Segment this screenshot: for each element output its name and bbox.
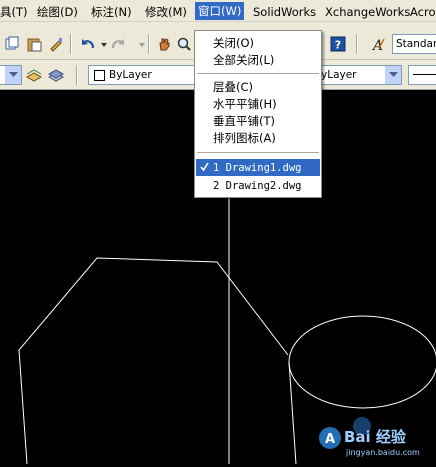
chevron-down-icon	[4, 66, 21, 84]
svg-text:?: ?	[335, 39, 341, 52]
menu-item-tile-horizontal[interactable]: 水平平铺(H)	[196, 96, 320, 113]
paste-icon[interactable]	[26, 36, 42, 52]
menu-item-tile-vertical[interactable]: 垂直平铺(T)	[196, 113, 320, 130]
lineweight-combo[interactable]	[408, 65, 436, 85]
zoom-icon[interactable]	[176, 36, 192, 52]
toolbar-separator	[70, 34, 72, 54]
menu-tools[interactable]: 具(T)	[0, 4, 28, 20]
help-icon[interactable]: ?	[330, 36, 346, 52]
text-style-value: Standar	[396, 38, 436, 50]
menu-item-cascade[interactable]: 层叠(C)	[196, 79, 320, 96]
menu-divider	[197, 73, 319, 74]
menu-item-drawing2-label: 2 Drawing2.dwg	[213, 180, 302, 192]
layer-previous-icon[interactable]	[26, 67, 42, 83]
layer-combo-end[interactable]	[0, 65, 22, 85]
baidu-jingyan-watermark: A Bai 经验 jingyan.baidu.com	[316, 408, 436, 464]
menu-solidworks[interactable]: SolidWorks	[253, 4, 316, 20]
menu-dimension[interactable]: 标注(N)	[91, 4, 132, 20]
toolbar-separator	[148, 34, 150, 54]
text-style-icon[interactable]: A	[370, 36, 386, 52]
lineweight-sample	[413, 74, 436, 75]
menu-item-drawing2[interactable]: 2 Drawing2.dwg	[196, 177, 320, 194]
menu-bar: 具(T) 绘图(D) 标注(N) 修改(M) 窗口(W) SolidWorks …	[0, 0, 436, 22]
menu-item-drawing1[interactable]: 1 Drawing1.dwg	[196, 159, 320, 176]
menu-draw[interactable]: 绘图(D)	[37, 4, 78, 20]
menu-modify[interactable]: 修改(M)	[145, 4, 187, 20]
linetype-combo-value: yLayer	[321, 69, 357, 81]
color-swatch	[94, 70, 105, 81]
color-combo-value: ByLayer	[109, 69, 152, 81]
menu-item-close-all[interactable]: 全部关闭(L)	[196, 52, 320, 69]
menu-acrobat[interactable]: Acro	[410, 4, 436, 20]
watermark-text: Bai 经验	[344, 428, 406, 446]
layer-states-icon[interactable]	[48, 67, 64, 83]
text-style-combo[interactable]: Standar	[392, 34, 436, 54]
chevron-down-icon	[384, 66, 401, 84]
pan-icon[interactable]	[156, 36, 172, 52]
menu-divider	[197, 152, 319, 153]
window-menu-dropdown: 关闭(O) 全部关闭(L) 层叠(C) 水平平铺(H) 垂直平铺(T) 排列图标…	[194, 30, 322, 198]
watermark-subtext: jingyan.baidu.com	[346, 448, 420, 457]
toolbar-separator	[356, 34, 358, 54]
menu-item-close[interactable]: 关闭(O)	[196, 35, 320, 52]
menu-xchangeworks[interactable]: XchangeWorks	[325, 4, 410, 20]
menu-item-arrange-icons[interactable]: 排列图标(A)	[196, 130, 320, 147]
linetype-combo[interactable]: yLayer	[316, 65, 402, 85]
redo-icon[interactable]	[110, 36, 126, 52]
svg-text:A: A	[325, 432, 335, 447]
undo-icon[interactable]	[80, 36, 96, 52]
copy-icon[interactable]	[4, 36, 20, 52]
menu-window[interactable]: 窗口(W)	[195, 2, 245, 20]
match-properties-icon[interactable]	[48, 36, 64, 52]
toolbar-separator	[76, 65, 78, 85]
menu-item-drawing1-label: 1 Drawing1.dwg	[213, 162, 302, 174]
